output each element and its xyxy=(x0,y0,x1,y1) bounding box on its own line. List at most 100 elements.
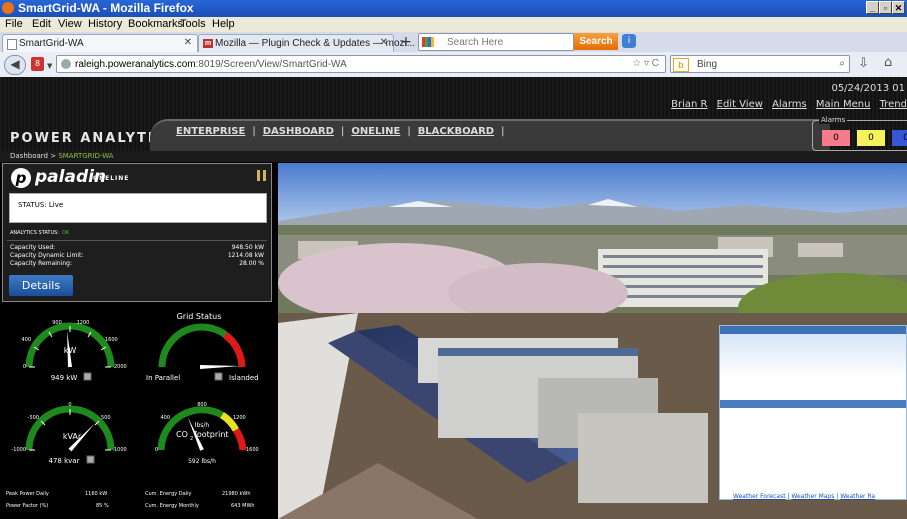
menu-bar: File Edit View History Bookmarks Tools H… xyxy=(0,17,907,32)
kvar-tick-neg1000: -1000 xyxy=(11,447,26,453)
capacity-used-row: Capacity Used: 948.50 kW xyxy=(10,244,264,251)
menu-view[interactable]: View xyxy=(58,18,82,30)
url-path: :8019/Screen/View/SmartGrid-WA xyxy=(195,59,347,70)
datetime: 05/24/2013 01 xyxy=(831,83,905,94)
kw-tick-1200: 1200 xyxy=(77,320,90,326)
weather-radar-link[interactable]: Weather Ra xyxy=(840,493,875,500)
home-icon[interactable]: ⌂ xyxy=(884,55,892,70)
tab-plugin-check[interactable]: m Mozilla — Plugin Check & Updates — moz… xyxy=(198,34,415,52)
alarm-count-warning[interactable]: 0 xyxy=(857,130,885,146)
back-button[interactable]: ◀ xyxy=(4,55,26,75)
peak-power-label: Peak Power Daily xyxy=(6,491,49,497)
kw-checkbox[interactable] xyxy=(83,372,92,381)
tab-smartgrid[interactable]: SmartGrid-WA ✕ xyxy=(2,34,198,52)
close-window-button[interactable]: ✕ xyxy=(892,1,905,14)
grid-arc-green xyxy=(158,323,203,368)
url-bar-controls[interactable]: ☆ ▿ C xyxy=(632,58,659,69)
kw-reading: 949 kW xyxy=(51,374,78,382)
kw-tick-1600: 1600 xyxy=(105,337,118,343)
trend-link[interactable]: Trend xyxy=(880,99,907,110)
main-menu-link[interactable]: Main Menu xyxy=(816,99,871,110)
weather-maps-link[interactable]: Weather Maps xyxy=(791,493,834,500)
co2-tick-400: 400 xyxy=(160,415,170,421)
kw-tick-400: 400 xyxy=(21,337,31,343)
top-links: Brian R Edit View Alarms Main Menu Trend xyxy=(665,99,907,110)
co2-tick-1600: 1600 xyxy=(246,447,259,453)
kw-tick-900: 900 xyxy=(52,320,62,326)
window-title: SmartGrid-WA - Mozilla Firefox xyxy=(18,1,194,15)
nav-blackboard[interactable]: BLACKBOARD xyxy=(418,126,494,137)
kvar-reading: 478 kvar xyxy=(49,457,80,465)
grid-needle xyxy=(200,365,240,369)
capacity-limit-row: Capacity Dynamic Limit: 1214.08 kW xyxy=(10,252,264,259)
divider xyxy=(7,240,267,241)
details-button[interactable]: Details xyxy=(9,275,73,296)
kvar-tick-500: 500 xyxy=(101,415,111,421)
menu-edit[interactable]: Edit xyxy=(32,18,51,30)
search-placeholder: Search Here xyxy=(447,37,504,48)
energy-monthly-value: 643 MWh xyxy=(231,503,255,509)
capacity-remaining-row: Capacity Remaining: 28.00 % xyxy=(10,260,264,267)
info-icon[interactable]: i xyxy=(622,34,636,48)
weather-links: Weather Forecast | Weather Maps | Weathe… xyxy=(733,493,876,500)
search-button[interactable]: Search xyxy=(574,33,618,50)
nav-dashboard[interactable]: DASHBOARD xyxy=(263,126,334,137)
alarm-count-info[interactable]: 0 xyxy=(892,130,907,146)
analytics-status: ANALYTICS STATUS: OK xyxy=(10,230,70,236)
pause-icon[interactable] xyxy=(257,170,266,181)
mozilla-icon: m xyxy=(203,39,213,48)
menu-tools[interactable]: Tools xyxy=(180,18,206,30)
bing-icon: b xyxy=(673,58,689,72)
nav-enterprise[interactable]: ENTERPRISE xyxy=(176,126,245,137)
download-icon[interactable]: ⇩ xyxy=(858,56,869,71)
firefox-icon xyxy=(2,2,14,14)
home-site-icon: 8 xyxy=(31,57,44,71)
menu-help[interactable]: Help xyxy=(212,18,235,30)
kw-tick-2000: 2000 xyxy=(114,364,127,370)
nav-oneline[interactable]: ONELINE xyxy=(351,126,400,137)
dropdown-chevron-icon[interactable]: ▼ xyxy=(47,62,52,70)
energy-monthly-label: Cum. Energy Monthly xyxy=(145,503,199,509)
energy-daily-value: 21980 kWh xyxy=(222,491,251,497)
tab-close-icon[interactable]: ✕ xyxy=(380,37,388,48)
alarms-caption: Alarms xyxy=(819,116,848,124)
menu-history[interactable]: History xyxy=(88,18,122,30)
alarms-link[interactable]: Alarms xyxy=(772,99,807,110)
alarm-summary: Alarms 0 0 0 xyxy=(812,116,907,151)
alarm-count-critical[interactable]: 0 xyxy=(822,130,850,146)
search-box[interactable]: Search Here xyxy=(418,33,574,51)
kvar-tick-1000: 1000 xyxy=(114,447,127,453)
weather-divider-band xyxy=(720,400,906,408)
bing-search-box[interactable]: b Bing ⌕ xyxy=(670,55,850,73)
app-header: 05/24/2013 01 Brian R Edit View Alarms M… xyxy=(0,77,907,153)
breadcrumb-root[interactable]: Dashboard > xyxy=(10,152,56,160)
weather-widget: Weather Forecast | Weather Maps | Weathe… xyxy=(719,325,907,500)
kvar-checkbox[interactable] xyxy=(86,455,95,464)
menu-bookmarks[interactable]: Bookmarks xyxy=(128,18,183,30)
kvar-tick-neg500: -500 xyxy=(28,415,39,421)
menu-file[interactable]: File xyxy=(5,18,23,30)
weather-forecast-link[interactable]: Weather Forecast xyxy=(733,493,786,500)
tab-bar: SmartGrid-WA ✕ m Mozilla — Plugin Check … xyxy=(0,32,907,53)
edit-view-link[interactable]: Edit View xyxy=(717,99,763,110)
navigation-bar: ◀ 8 ▼ raleigh.poweranalytics.com:8019/Sc… xyxy=(0,52,907,78)
window-titlebar: SmartGrid-WA - Mozilla Firefox _ ▫ ✕ xyxy=(0,0,907,17)
co2-reading: 592 lbs/h xyxy=(188,458,216,465)
co2-tick-1200: 1200 xyxy=(233,415,246,421)
minimize-button[interactable]: _ xyxy=(866,1,879,14)
search-icon[interactable]: ⌕ xyxy=(839,58,845,69)
url-bar[interactable]: raleigh.poweranalytics.com:8019/Screen/V… xyxy=(56,55,666,73)
kw-gauge: 0 400 900 1200 1600 2000 kW xyxy=(21,320,126,370)
user-link[interactable]: Brian R xyxy=(671,99,707,110)
co2-unit-sub: 2 xyxy=(190,436,193,442)
paladin-panel: p paladin ONELINE STATUS: Live ANALYTICS… xyxy=(2,163,272,302)
islanded-checkbox[interactable] xyxy=(214,372,223,381)
grid-arc-red xyxy=(222,332,246,368)
peak-power-value: 1160 kW xyxy=(85,491,108,497)
new-tab-button[interactable]: + xyxy=(398,35,414,51)
tab-close-icon[interactable]: ✕ xyxy=(184,37,192,48)
kvar-tick-0: 0 xyxy=(68,402,71,408)
tab-label: SmartGrid-WA xyxy=(19,38,84,49)
maximize-button[interactable]: ▫ xyxy=(879,1,892,14)
islanded-label: Islanded xyxy=(229,374,259,382)
